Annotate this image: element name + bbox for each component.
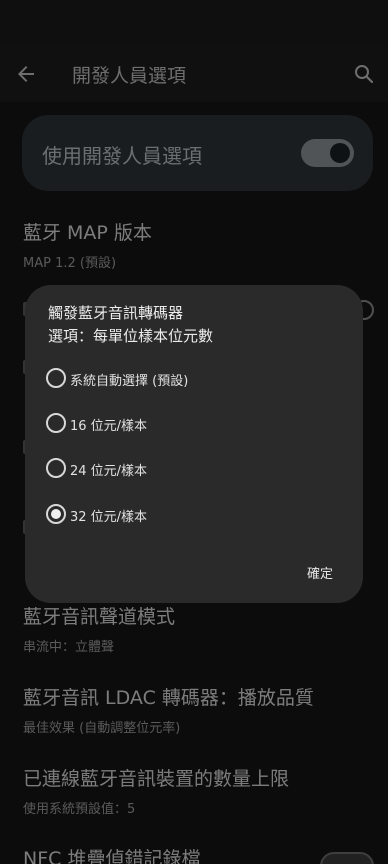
dialog-title: 觸發藍牙音訊轉碼器 選項：每單位樣本位元數 (48, 302, 348, 348)
radio-button-selected[interactable] (46, 504, 66, 524)
radio-button[interactable] (46, 413, 66, 433)
dialog-title-line-1: 觸發藍牙音訊轉碼器 (48, 304, 184, 322)
radio-button[interactable] (46, 368, 66, 388)
option-label: 24 位元/樣本 (70, 464, 148, 479)
confirm-button[interactable]: 確定 (295, 560, 345, 590)
codec-bits-per-sample-dialog: 觸發藍牙音訊轉碼器 選項：每單位樣本位元數 系統自動選擇 (預設) 16 位元/… (25, 285, 363, 603)
option-label: 32 位元/樣本 (70, 510, 148, 525)
radio-button[interactable] (46, 458, 66, 478)
option-32-bit[interactable]: 32 位元/樣本 (45, 496, 345, 532)
option-system-auto[interactable]: 系統自動選擇 (預設) (45, 360, 345, 396)
option-24-bit[interactable]: 24 位元/樣本 (45, 450, 345, 486)
dialog-title-line-2: 選項：每單位樣本位元數 (48, 327, 214, 345)
option-label: 16 位元/樣本 (70, 419, 148, 434)
radio-dot (51, 509, 61, 519)
option-label: 系統自動選擇 (預設) (70, 374, 189, 389)
option-16-bit[interactable]: 16 位元/樣本 (45, 405, 345, 441)
